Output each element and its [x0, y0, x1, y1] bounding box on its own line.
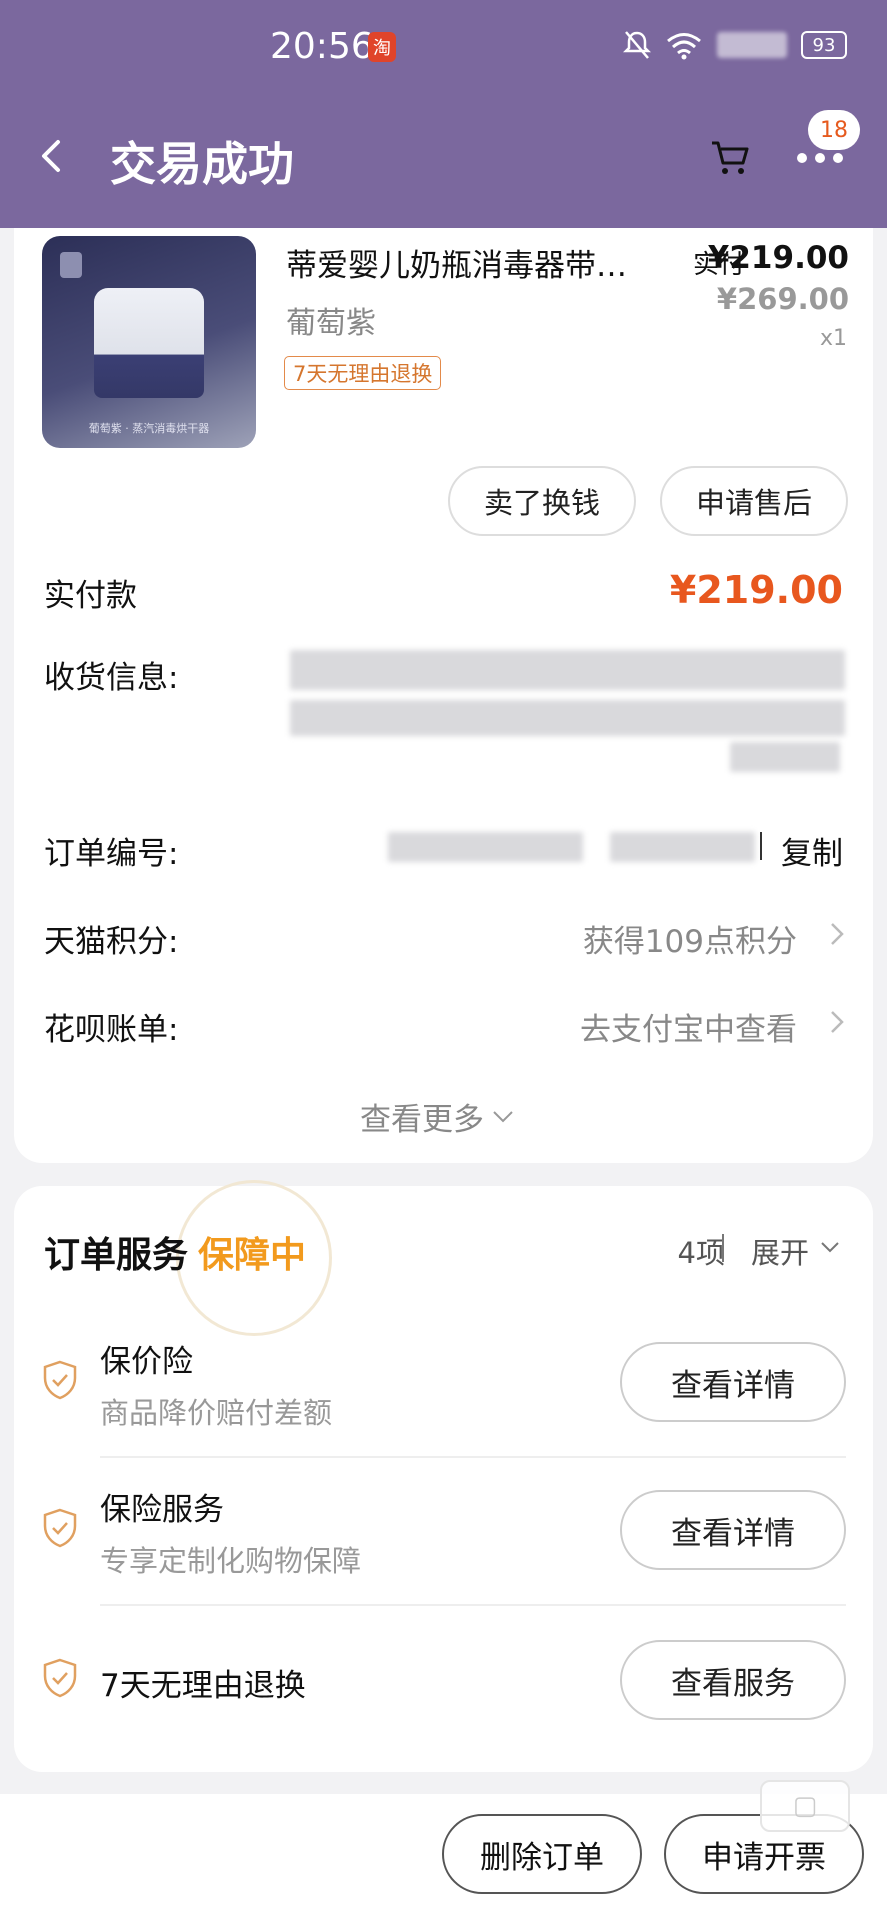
copy-button[interactable]: 复制	[781, 828, 843, 873]
see-more-label: 查看更多	[360, 1102, 484, 1138]
battery-icon: 93	[801, 31, 847, 59]
view-service-button[interactable]: 查看服务	[620, 1640, 846, 1720]
service-name: 保险服务	[100, 1492, 224, 1528]
divider	[100, 1456, 846, 1458]
wifi-icon	[667, 33, 701, 60]
see-more-link[interactable]: 查看更多	[360, 1094, 514, 1139]
address-label: 收货信息:	[44, 660, 179, 696]
product-image[interactable]: 葡萄紫 · 蒸汽消毒烘干器	[42, 236, 256, 448]
total-label: 实付款	[44, 578, 137, 614]
taobao-app-icon: 淘	[368, 32, 396, 62]
service-name: 7天无理由退换	[100, 1668, 306, 1704]
divider	[100, 1604, 846, 1606]
services-divider	[722, 1234, 724, 1262]
chevron-right-icon[interactable]	[827, 919, 847, 949]
points-value[interactable]: 获得109点积分	[583, 916, 797, 961]
original-price: ¥269.00	[716, 282, 849, 316]
product-name[interactable]: 蒂爱婴儿奶瓶消毒器带…	[286, 240, 656, 285]
signal-icon	[717, 32, 787, 58]
view-details-button[interactable]: 查看详情	[620, 1490, 846, 1570]
huabei-label: 花呗账单:	[44, 1012, 179, 1048]
status-icons: 93	[623, 30, 847, 60]
address-redacted-3	[730, 742, 840, 772]
chevron-down-icon	[493, 1110, 513, 1122]
resell-button[interactable]: 卖了换钱	[448, 466, 636, 536]
brand-logo-icon	[60, 252, 82, 278]
order-number-redacted	[388, 832, 583, 862]
bell-muted-icon	[623, 31, 651, 59]
sterilizer-illustration	[94, 288, 204, 398]
image-caption: 葡萄紫 · 蒸汽消毒烘干器	[88, 422, 210, 435]
cart-icon[interactable]	[708, 135, 752, 179]
service-desc: 专享定制化购物保障	[100, 1544, 362, 1578]
product-variant: 葡萄紫	[286, 306, 376, 341]
order-number-label: 订单编号:	[44, 836, 179, 872]
huabei-value[interactable]: 去支付宝中查看	[580, 1004, 797, 1049]
paid-price: ¥219.00	[707, 240, 849, 276]
points-label: 天猫积分:	[44, 924, 179, 960]
service-desc: 商品降价赔付差额	[100, 1396, 333, 1430]
chevron-down-icon[interactable]	[819, 1236, 841, 1258]
services-status: 保障中	[198, 1235, 307, 1276]
delete-order-button[interactable]: 删除订单	[442, 1814, 642, 1894]
watermark-logo-icon: ▢	[760, 1780, 850, 1832]
quantity: x1	[819, 326, 847, 351]
address-redacted	[290, 650, 845, 690]
shield-check-icon	[43, 1360, 77, 1400]
battery-level: 93	[812, 34, 836, 56]
return-policy-tag: 7天无理由退换	[284, 356, 442, 390]
status-time: 20:56	[270, 26, 374, 67]
more-dots-icon[interactable]	[795, 148, 845, 168]
services-title: 订单服务	[44, 1235, 189, 1276]
address-redacted-2	[290, 700, 845, 736]
page-title: 交易成功	[110, 137, 294, 191]
back-arrow-icon[interactable]	[36, 136, 66, 176]
services-count: 4项	[677, 1236, 725, 1270]
total-value: ¥219.00	[669, 568, 843, 612]
after-sales-button[interactable]: 申请售后	[660, 466, 848, 536]
view-details-button[interactable]: 查看详情	[620, 1342, 846, 1422]
shield-check-icon	[43, 1658, 77, 1698]
header-bar: 20:56 淘 93 交易成功 18	[0, 0, 887, 228]
shield-check-icon	[43, 1508, 77, 1548]
service-name: 保价险	[100, 1344, 193, 1380]
chevron-right-icon[interactable]	[827, 1007, 847, 1037]
services-expand[interactable]: 展开	[751, 1230, 809, 1272]
order-number-redacted-2	[610, 832, 755, 862]
message-badge: 18	[808, 110, 860, 150]
copy-divider	[760, 832, 762, 860]
